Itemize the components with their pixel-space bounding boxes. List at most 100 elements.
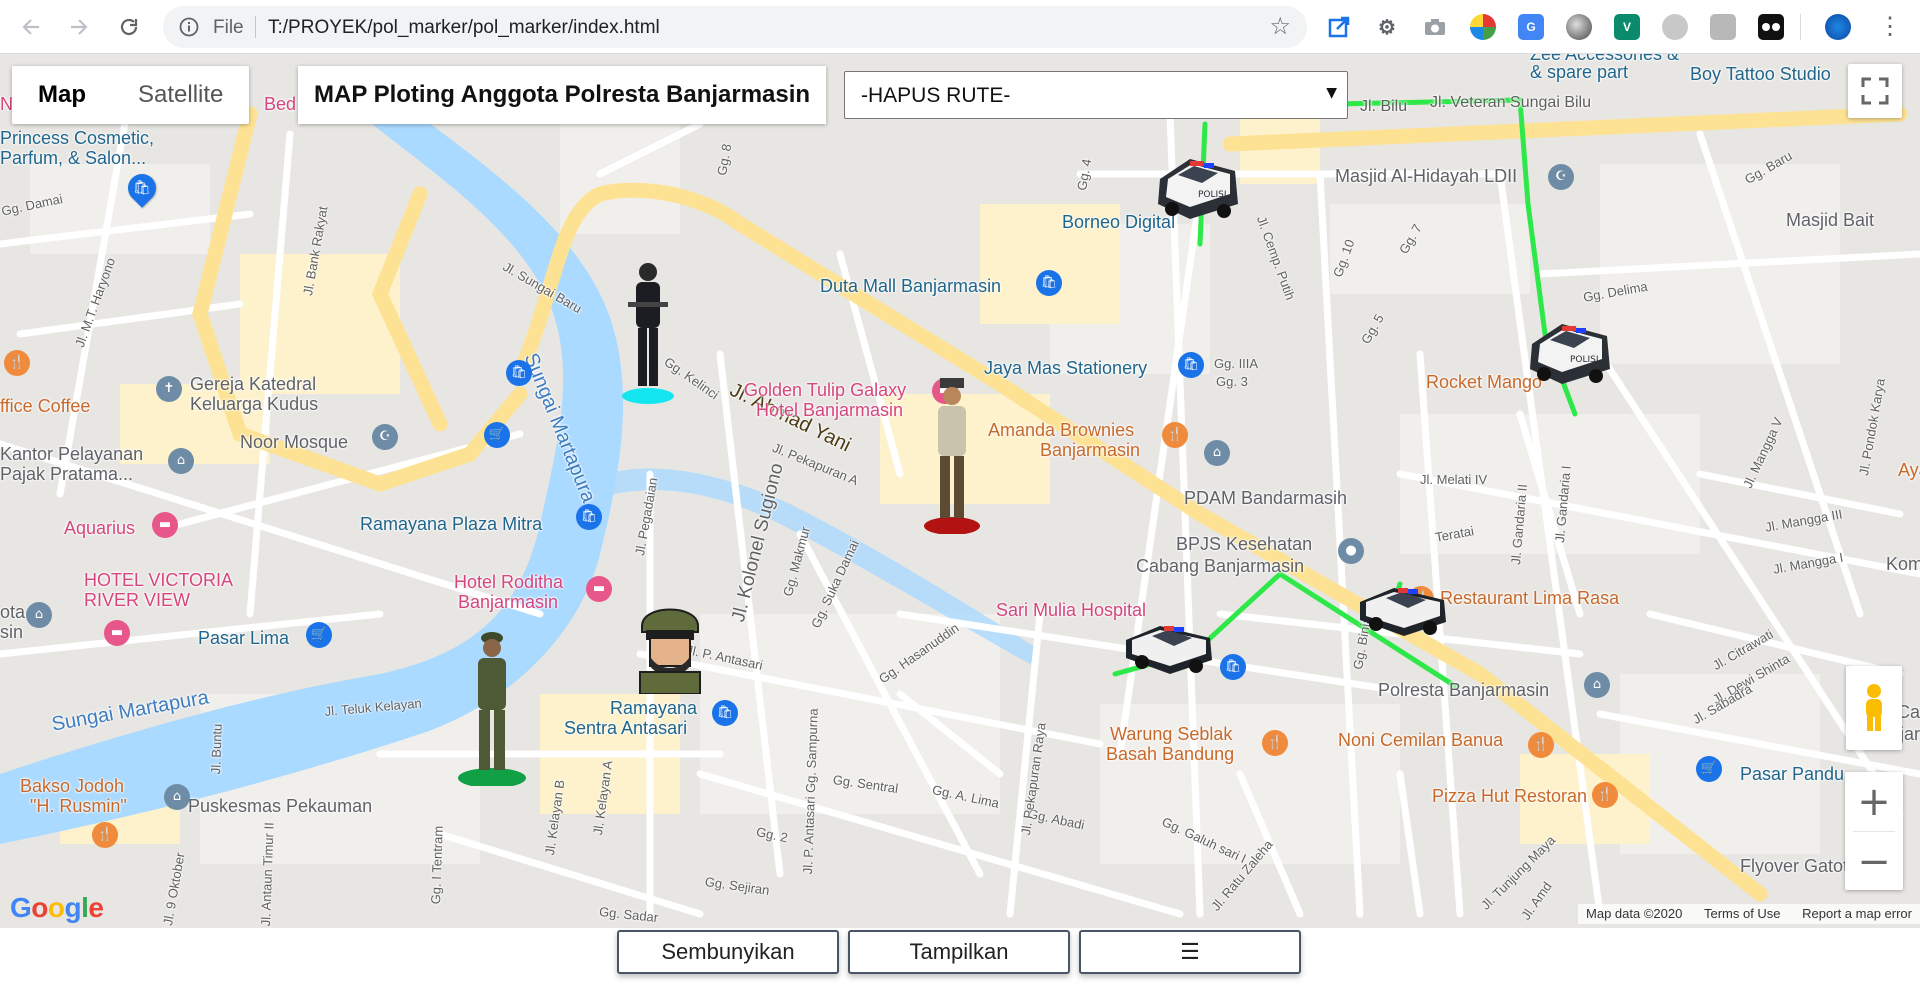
- place-label[interactable]: Kom: [1886, 554, 1920, 575]
- place-label[interactable]: Masjid Al-Hidayah LDII: [1335, 166, 1517, 187]
- zoom-in-button[interactable]: +: [1845, 772, 1903, 831]
- hide-button[interactable]: Sembunyikan: [617, 930, 839, 974]
- profile-avatar[interactable]: [1825, 14, 1851, 40]
- place-label[interactable]: Aquarius: [64, 518, 135, 539]
- place-label[interactable]: BPJS Kesehatan: [1176, 534, 1312, 555]
- place-label[interactable]: Ramayana Plaza Mitra: [360, 514, 542, 535]
- shopping-pin-icon[interactable]: 🛍: [506, 360, 532, 386]
- restaurant-pin-icon[interactable]: 🍴: [1592, 782, 1618, 808]
- hotel-pin-icon[interactable]: ▬: [586, 576, 612, 602]
- place-label[interactable]: Kantor Pelayanan: [0, 444, 143, 465]
- extension-link-icon[interactable]: [1326, 14, 1352, 40]
- forward-button[interactable]: [62, 10, 96, 44]
- place-label[interactable]: Golden Tulip Galaxy: [744, 380, 906, 401]
- place-label[interactable]: & spare part: [1530, 62, 1628, 83]
- place-label[interactable]: Parfum, & Salon...: [0, 148, 146, 169]
- extension-mask-icon[interactable]: [1758, 14, 1784, 40]
- extension-sphere-icon[interactable]: [1566, 14, 1592, 40]
- kebab-menu-icon[interactable]: ⋮: [1878, 12, 1902, 41]
- place-label[interactable]: Amanda Brownies: [988, 420, 1134, 441]
- place-label[interactable]: Ayan: [1898, 460, 1920, 481]
- building-pin-icon[interactable]: ⌂: [168, 448, 194, 474]
- mosque-pin-icon[interactable]: ☪: [1548, 164, 1574, 190]
- extension-grey-icon[interactable]: [1710, 14, 1736, 40]
- place-label[interactable]: Pasar Lima: [198, 628, 289, 649]
- extension-gear-icon[interactable]: ⚙: [1374, 14, 1400, 40]
- cart-pin-icon[interactable]: 🛒: [484, 422, 510, 448]
- shopping-pin-icon[interactable]: 🛍: [1220, 654, 1246, 680]
- fullscreen-button[interactable]: [1848, 64, 1902, 118]
- place-label[interactable]: Princess Cosmetic,: [0, 128, 154, 149]
- army-soldier-marker[interactable]: [456, 624, 526, 786]
- place-label[interactable]: Pasar Pandu: [1740, 764, 1844, 785]
- shopping-pin-icon[interactable]: 🛍: [1036, 270, 1062, 296]
- zoom-out-button[interactable]: −: [1845, 832, 1903, 891]
- place-label[interactable]: Boy Tattoo Studio: [1690, 64, 1831, 85]
- soldier-avatar-marker[interactable]: [636, 596, 704, 694]
- place-label[interactable]: Cabang Banjarmasin: [1136, 556, 1304, 577]
- report-error-link[interactable]: Report a map error: [1802, 906, 1912, 921]
- hotel-pin-icon[interactable]: ▬: [152, 512, 178, 538]
- place-label[interactable]: Warung Seblak: [1110, 724, 1232, 745]
- place-label[interactable]: Pajak Pratama...: [0, 464, 133, 485]
- mosque-pin-icon[interactable]: ☪: [372, 424, 398, 450]
- shopping-pin-icon[interactable]: 🛍: [576, 504, 602, 530]
- restaurant-pin-icon[interactable]: 🍴: [1528, 732, 1554, 758]
- place-label[interactable]: Bakso Jodoh: [20, 776, 124, 797]
- place-label[interactable]: Banjarmasin: [458, 592, 558, 613]
- street-view-button[interactable]: [1846, 666, 1902, 750]
- cart-pin-icon[interactable]: 🛒: [306, 622, 332, 648]
- place-label[interactable]: RIVER VIEW: [84, 590, 190, 611]
- place-label[interactable]: Hotel Roditha: [454, 572, 563, 593]
- place-label[interactable]: Bed: [264, 94, 296, 115]
- building-pin-icon[interactable]: ⌂: [164, 784, 190, 810]
- place-label[interactable]: Basah Bandung: [1106, 744, 1234, 765]
- place-label[interactable]: ffice Coffee: [0, 396, 90, 417]
- police-car-marker[interactable]: POLISI: [1522, 314, 1622, 394]
- shopping-pin-icon[interactable]: 🛍: [1178, 352, 1204, 378]
- police-car-marker[interactable]: POLISI: [1150, 149, 1250, 229]
- hotel-pin-icon[interactable]: ▬: [104, 620, 130, 646]
- place-label[interactable]: Restaurant Lima Rasa: [1440, 588, 1619, 609]
- building-pin-icon[interactable]: ⌂: [1204, 440, 1230, 466]
- police-car-marker[interactable]: [1354, 574, 1454, 644]
- place-label[interactable]: Gereja Katedral: [190, 374, 316, 395]
- shopping-pin-icon[interactable]: 🛍: [122, 168, 162, 208]
- place-label[interactable]: Hotel Banjarmasin: [756, 400, 903, 421]
- place-label[interactable]: Flyover Gatot: [1740, 856, 1848, 877]
- reload-button[interactable]: [112, 10, 146, 44]
- place-label[interactable]: Masjid Bait: [1786, 210, 1874, 231]
- police-officer-marker[interactable]: [922, 372, 982, 534]
- place-label[interactable]: Keluarga Kudus: [190, 394, 318, 415]
- place-label[interactable]: HOTEL VICTORIA: [84, 570, 233, 591]
- building-pin-icon[interactable]: ⌂: [26, 602, 52, 628]
- brimob-officer-marker[interactable]: [618, 254, 678, 404]
- restaurant-pin-icon[interactable]: 🍴: [92, 822, 118, 848]
- place-label[interactable]: Pizza Hut Restoran: [1432, 786, 1587, 807]
- shopping-pin-icon[interactable]: 🛍: [712, 700, 738, 726]
- address-bar[interactable]: File T:/PROYEK/pol_marker/pol_marker/ind…: [163, 6, 1307, 48]
- map-type-map-button[interactable]: Map: [12, 66, 112, 124]
- place-label[interactable]: Banjarmasin: [1040, 440, 1140, 461]
- extension-camera-icon[interactable]: [1422, 14, 1448, 40]
- restaurant-pin-icon[interactable]: 🍴: [1262, 730, 1288, 756]
- back-button[interactable]: [14, 10, 48, 44]
- place-label[interactable]: PDAM Bandarmasih: [1184, 488, 1347, 509]
- place-label[interactable]: Duta Mall Banjarmasin: [820, 276, 1001, 297]
- place-label[interactable]: Polresta Banjarmasin: [1378, 680, 1549, 701]
- place-label[interactable]: ota: [0, 602, 25, 623]
- place-label[interactable]: Noor Mosque: [240, 432, 348, 453]
- extension-moon-icon[interactable]: [1662, 14, 1688, 40]
- info-icon[interactable]: [179, 17, 199, 37]
- map-type-satellite-button[interactable]: Satellite: [112, 66, 249, 124]
- google-map[interactable]: Zee Accessories & & spare part Boy Tatto…: [0, 54, 1920, 928]
- star-icon[interactable]: ☆: [1269, 12, 1291, 40]
- place-label[interactable]: sin: [0, 622, 23, 643]
- place-label[interactable]: "H. Rusmin": [30, 796, 127, 817]
- place-label[interactable]: Noni Cemilan Banua: [1338, 730, 1503, 751]
- terms-link[interactable]: Terms of Use: [1704, 906, 1781, 921]
- restaurant-pin-icon[interactable]: 🍴: [1162, 422, 1188, 448]
- google-logo[interactable]: Google: [10, 892, 104, 924]
- menu-button[interactable]: ☰: [1079, 930, 1301, 974]
- place-label[interactable]: Puskesmas Pekauman: [188, 796, 372, 817]
